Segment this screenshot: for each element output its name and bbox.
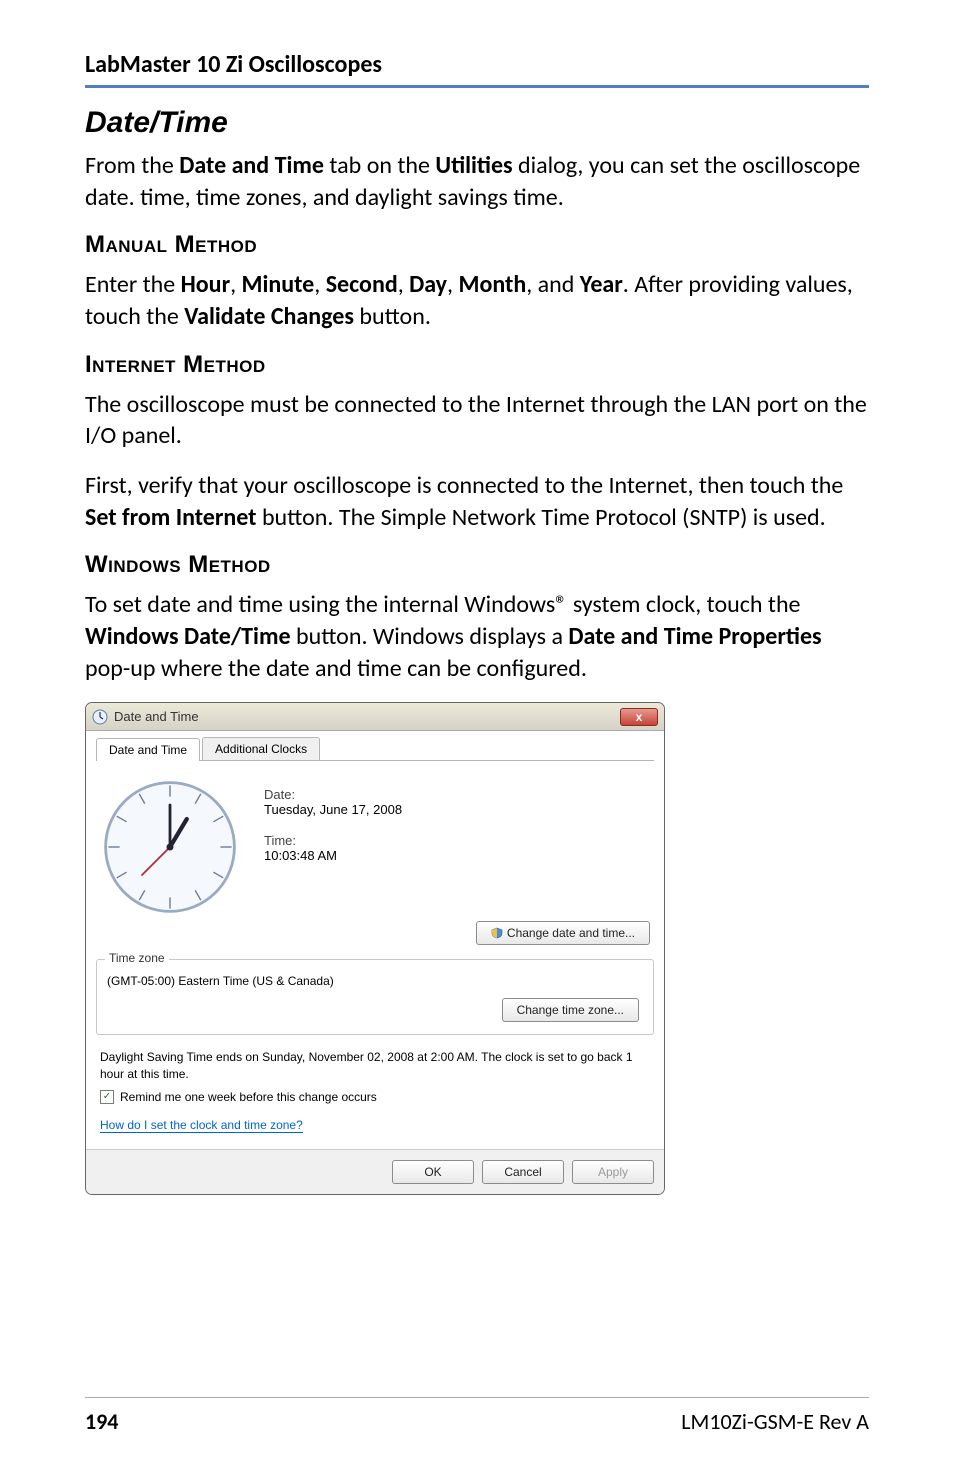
text: , [447,270,458,299]
date-label: Date: [264,787,402,802]
dst-note: Daylight Saving Time ends on Sunday, Nov… [100,1049,650,1081]
change-date-time-label: Change date and time... [507,926,635,940]
bold: Utilities [435,151,512,180]
page-footer: 194 LM10Zi-GSM-E Rev A [85,1397,869,1435]
remind-label: Remind me one week before this change oc… [120,1090,377,1104]
header-rule [85,85,869,88]
timezone-value: (GMT-05:00) Eastern Time (US & Canada) [107,974,643,988]
bold: Year [580,270,623,299]
clock-app-icon [92,709,108,725]
bold: Month [458,270,526,299]
tab-date-and-time[interactable]: Date and Time [96,738,200,761]
tab-additional-clocks[interactable]: Additional Clocks [202,737,320,760]
bold: Minute [242,270,315,299]
datetime-info: Date: Tuesday, June 17, 2008 Time: 10:03… [264,777,402,917]
date-value: Tuesday, June 17, 2008 [264,802,402,817]
text: First, verify that your oscilloscope is … [85,471,843,500]
date-time-dialog-screenshot: Date and Time x Date and Time Additional… [85,702,665,1194]
close-icon: x [636,711,643,723]
text: , and [526,270,580,299]
tab-bar: Date and Time Additional Clocks [96,737,654,761]
text: From the [85,151,179,180]
bold: Hour [181,270,230,299]
timezone-legend: Time zone [105,951,169,965]
change-time-zone-button[interactable]: Change time zone... [502,998,639,1022]
shield-icon [491,927,503,939]
text: tab on the [324,151,435,180]
change-date-time-button[interactable]: Change date and time... [476,921,650,945]
text: , [398,270,409,299]
apply-button[interactable]: Apply [572,1160,654,1184]
manual-method-paragraph: Enter the Hour, Minute, Second, Day, Mon… [85,269,869,332]
dialog-title: Date and Time [114,709,199,724]
bold: Day [409,270,447,299]
doc-id: LM10Zi-GSM-E Rev A [681,1408,869,1435]
internet-method-heading: Internet Method [85,351,869,379]
text: pop-up where the date and time can be co… [85,654,587,683]
running-head: LabMaster 10 Zi Oscilloscopes [85,50,869,79]
text: button. The Simple Network Time Protocol… [257,503,826,532]
text: button. Windows displays a [291,622,569,651]
dialog-body: Date and Time Additional Clocks [86,731,664,1148]
bold: Windows Date/Time [85,622,291,651]
internet-method-p2: First, verify that your oscilloscope is … [85,470,869,533]
time-label: Time: [264,833,402,848]
timezone-fieldset: Time zone (GMT-05:00) Eastern Time (US &… [96,959,654,1035]
bold: Set from Internet [85,503,257,532]
datetime-row: Date: Tuesday, June 17, 2008 Time: 10:03… [96,771,654,921]
remind-checkbox[interactable]: ✓ [100,1090,114,1104]
page-number: 194 [85,1408,118,1435]
bold: Date and Time Properties [568,622,821,651]
text: button. [354,302,431,331]
bold: Date and Time [179,151,324,180]
windows-method-paragraph: To set date and time using the internal … [85,589,869,684]
bold: Second [326,270,398,299]
intro-paragraph: From the Date and Time tab on the Utilit… [85,150,869,213]
text: , [230,270,241,299]
analog-clock-icon [100,777,240,917]
text: To set date and time using the internal … [85,590,801,619]
windows-method-heading: Windows Method [85,551,869,579]
cancel-button[interactable]: Cancel [482,1160,564,1184]
internet-method-p1: The oscilloscope must be connected to th… [85,389,869,452]
ok-button[interactable]: OK [392,1160,474,1184]
time-value: 10:03:48 AM [264,848,402,863]
titlebar: Date and Time x [86,703,664,731]
change-dt-row: Change date and time... [96,921,654,945]
remind-checkbox-row: ✓ Remind me one week before this change … [100,1090,650,1104]
manual-method-heading: Manual Method [85,231,869,259]
close-button[interactable]: x [620,708,658,726]
help-link[interactable]: How do I set the clock and time zone? [100,1118,303,1133]
bold: Validate Changes [184,302,354,331]
dialog-footer: OK Cancel Apply [86,1149,664,1194]
text: , [314,270,325,299]
date-time-dialog: Date and Time x Date and Time Additional… [85,702,665,1194]
section-title: Date/Time [85,106,869,140]
text: Enter the [85,270,181,299]
